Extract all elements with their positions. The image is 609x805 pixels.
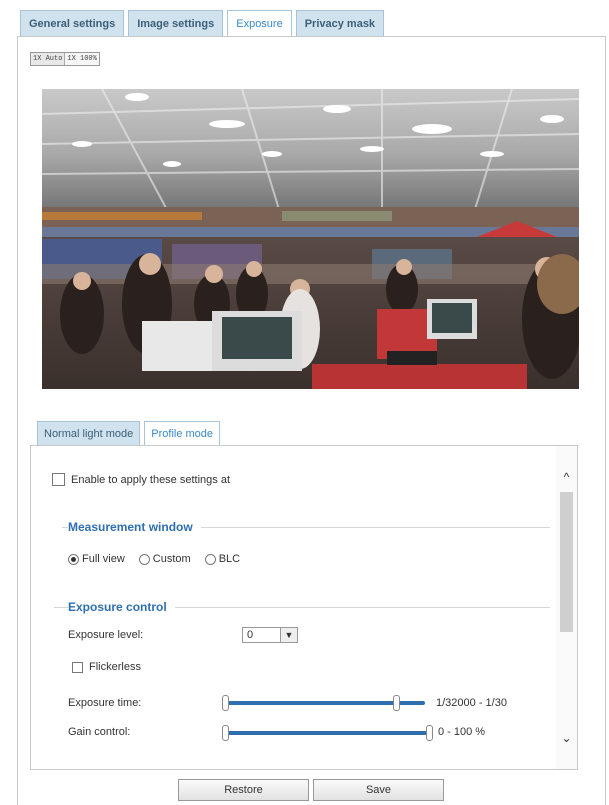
live-video bbox=[42, 89, 579, 389]
measurement-options: Full view Custom BLC bbox=[68, 553, 250, 565]
exposure-level-value: 0 bbox=[247, 629, 254, 641]
blc-option[interactable]: BLC bbox=[204, 553, 241, 565]
gain-max-handle[interactable] bbox=[426, 725, 433, 741]
full-view-radio[interactable] bbox=[68, 553, 79, 565]
tab-exposure[interactable]: Exposure bbox=[227, 10, 292, 37]
exposure-level-label: Exposure level: bbox=[68, 629, 144, 641]
tab-image-settings[interactable]: Image settings bbox=[128, 10, 224, 36]
tab-privacy-mask[interactable]: Privacy mask bbox=[295, 10, 385, 36]
restore-button[interactable]: Restore bbox=[178, 779, 309, 801]
save-button[interactable]: Save bbox=[313, 779, 444, 801]
exposure-time-range: 1/32000 - 1/30 bbox=[436, 697, 507, 709]
tab-normal-light-mode[interactable]: Normal light mode bbox=[37, 421, 141, 446]
exposure-time-min-handle[interactable] bbox=[222, 695, 229, 711]
store-scene-image bbox=[42, 89, 579, 389]
blc-label: BLC bbox=[218, 553, 241, 565]
zoom-indicator: 1X Auto 1X 100% bbox=[30, 52, 100, 66]
chevron-down-icon[interactable]: ⌄ bbox=[556, 727, 577, 749]
zoom-auto-label: 1X Auto bbox=[31, 53, 66, 65]
exposure-control-title: Exposure control bbox=[68, 600, 175, 614]
custom-radio[interactable] bbox=[138, 553, 150, 565]
exposure-time-slider[interactable] bbox=[222, 695, 425, 711]
divider-gap bbox=[54, 527, 62, 528]
mode-tabs: Normal light mode Profile mode bbox=[37, 421, 221, 447]
zoom-percent-label: 1X 100% bbox=[65, 53, 99, 65]
exposure-level-select[interactable]: 0 ▼ bbox=[242, 627, 298, 643]
tab-general-settings[interactable]: General settings bbox=[20, 10, 125, 36]
flickerless-label: Flickerless bbox=[89, 661, 141, 673]
scroll-thumb[interactable] bbox=[560, 492, 573, 632]
flickerless-checkbox[interactable] bbox=[72, 661, 83, 673]
custom-label: Custom bbox=[152, 553, 191, 565]
gain-control-slider[interactable] bbox=[222, 725, 433, 741]
full-view-option[interactable]: Full view bbox=[68, 553, 125, 565]
blc-radio[interactable] bbox=[204, 553, 216, 565]
enable-profile-label: Enable to apply these settings at bbox=[71, 473, 230, 486]
enable-profile-row: Enable to apply these settings at bbox=[52, 473, 230, 486]
exposure-time-max-handle[interactable] bbox=[393, 695, 400, 711]
chevron-up-icon[interactable]: ^ bbox=[556, 466, 577, 488]
settings-tabs: General settings Image settings Exposure… bbox=[20, 10, 385, 37]
measurement-window-title: Measurement window bbox=[68, 520, 201, 534]
exposure-time-label: Exposure time: bbox=[68, 697, 142, 709]
gain-control-track bbox=[225, 731, 433, 735]
tab-profile-mode[interactable]: Profile mode bbox=[144, 421, 221, 447]
enable-profile-checkbox[interactable] bbox=[52, 473, 65, 486]
full-view-label: Full view bbox=[82, 553, 125, 565]
chevron-down-icon[interactable]: ▼ bbox=[280, 628, 297, 642]
flickerless-row: Flickerless bbox=[72, 661, 141, 673]
settings-scrollbar[interactable]: ^ ⌄ bbox=[556, 446, 577, 769]
gain-min-handle[interactable] bbox=[222, 725, 229, 741]
custom-option[interactable]: Custom bbox=[138, 553, 191, 565]
gain-control-label: Gain control: bbox=[68, 726, 131, 738]
gain-control-range: 0 - 100 % bbox=[438, 726, 486, 738]
